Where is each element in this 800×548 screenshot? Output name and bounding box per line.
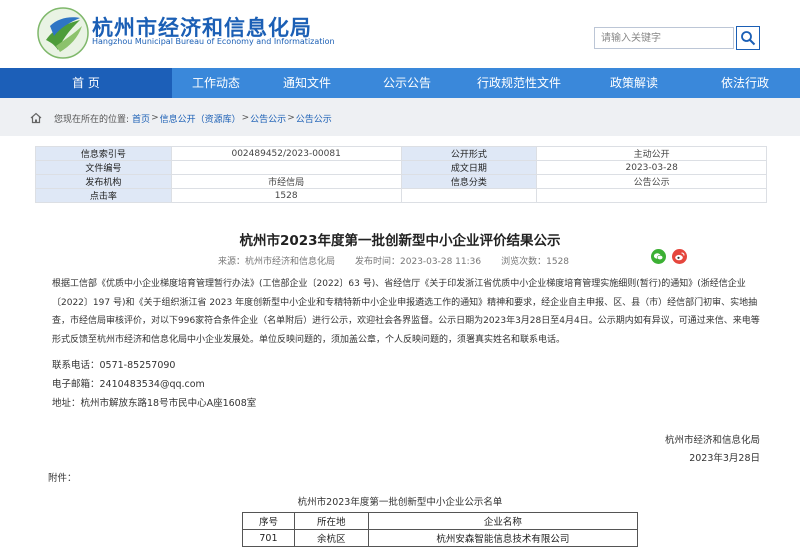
- nav-item-policy-interpretation[interactable]: 政策解读: [578, 68, 690, 98]
- table-row: 701 余杭区 杭州安森智能信息技术有限公司: [242, 529, 639, 547]
- breadcrumb-home[interactable]: 首页: [132, 112, 150, 125]
- nav-item-work-news[interactable]: 工作动态: [172, 68, 260, 98]
- info-value: 公告公示: [536, 174, 767, 189]
- article-source: 来源：杭州市经济和信息化局: [218, 257, 336, 267]
- breadcrumb-separator: >: [287, 113, 295, 123]
- signature-date: 2023年3月28日: [689, 453, 760, 464]
- table-row: 点击率 1528: [35, 188, 767, 203]
- column-header: 企业名称: [367, 512, 639, 530]
- info-value: 主动公开: [536, 146, 767, 161]
- article-body: 根据工信部《优质中小企业梯度培育管理暂行办法》(工信部企业〔2022〕63 号)…: [52, 279, 760, 345]
- info-empty: [400, 188, 538, 203]
- info-label: 点击率: [35, 188, 172, 203]
- info-value: 2023-03-28: [536, 160, 767, 175]
- company-list-title: 杭州市2023年度第一批创新型中小企业公示名单: [297, 497, 503, 508]
- home-icon: [30, 112, 42, 124]
- wechat-share-icon[interactable]: [651, 249, 666, 264]
- info-label: 文件编号: [35, 160, 172, 175]
- info-value: 002489452/2023-00081: [170, 146, 402, 161]
- info-label: 公开形式: [400, 146, 538, 161]
- info-value: 市经信局: [170, 174, 402, 189]
- attachment-label: 附件：: [48, 473, 77, 484]
- info-label: 成文日期: [400, 160, 538, 175]
- breadcrumb-prefix: 您现在所在的位置:: [54, 114, 130, 125]
- info-label: 发布机构: [35, 174, 172, 189]
- row-location: 余杭区: [293, 529, 369, 547]
- article-meta: 来源：杭州市经济和信息化局 发布时间：2023-03-28 11:36 浏览次数…: [218, 254, 572, 267]
- search-input[interactable]: [594, 27, 734, 49]
- breadcrumb: 您现在所在的位置: 首页 > 信息公开（资源库） > 公告公示 > 公告公示: [30, 110, 332, 126]
- bureau-logo-icon[interactable]: [36, 6, 90, 60]
- contact-phone: 联系电话：0571-85257090: [52, 360, 176, 371]
- nav-item-announcements[interactable]: 公示公告: [354, 68, 460, 98]
- weibo-share-icon[interactable]: [672, 249, 687, 264]
- breadcrumb-separator: >: [151, 113, 159, 123]
- column-header: 序号: [242, 512, 295, 530]
- article-views: 浏览次数：1528: [501, 257, 570, 267]
- column-header: 所在地: [293, 512, 369, 530]
- info-value: 1528: [170, 188, 402, 203]
- info-empty: [536, 188, 767, 203]
- info-value: [170, 160, 402, 175]
- nav-item-regulations[interactable]: 行政规范性文件: [460, 68, 578, 98]
- main-nav: 首 页 工作动态 通知文件 公示公告 行政规范性文件 政策解读 依法行政: [0, 68, 800, 98]
- contact-email: 电子邮箱：2410483534@qq.com: [52, 379, 205, 390]
- search-button[interactable]: [736, 26, 760, 50]
- nav-item-law-administration[interactable]: 依法行政: [690, 68, 800, 98]
- breadcrumb-separator: >: [241, 113, 250, 123]
- table-row: 发布机构 市经信局 信息分类 公告公示: [35, 174, 767, 189]
- breadcrumb-announcements[interactable]: 公告公示: [296, 112, 332, 125]
- breadcrumb-announcements-parent[interactable]: 公告公示: [250, 112, 286, 125]
- article-publish-time: 发布时间：2023-03-28 11:36: [355, 257, 482, 267]
- nav-item-home[interactable]: 首 页: [0, 68, 172, 98]
- document-info-table: 信息索引号 002489452/2023-00081 公开形式 主动公开 文件编…: [35, 146, 767, 203]
- site-subtitle: Hangzhou Municipal Bureau of Economy and…: [92, 37, 335, 46]
- row-number: 701: [242, 529, 295, 547]
- breadcrumb-info-public[interactable]: 信息公开（资源库）: [160, 112, 241, 125]
- search-icon: [741, 31, 756, 46]
- signature-org: 杭州市经济和信息化局: [664, 435, 760, 446]
- nav-item-notices[interactable]: 通知文件: [260, 68, 354, 98]
- contact-address: 地址：杭州市解放东路18号市民中心A座1608室: [52, 398, 257, 409]
- table-row: 信息索引号 002489452/2023-00081 公开形式 主动公开: [35, 146, 767, 161]
- article-title: 杭州市2023年度第一批创新型中小企业评价结果公示: [239, 233, 561, 249]
- table-header-row: 序号 所在地 企业名称: [242, 512, 639, 530]
- wechat-icon: [653, 253, 664, 261]
- table-row: 文件编号 成文日期 2023-03-28: [35, 160, 767, 175]
- info-label: 信息索引号: [35, 146, 172, 161]
- site-header: 杭州市经济和信息化局 Hangzhou Municipal Bureau of …: [0, 0, 800, 68]
- weibo-icon: [675, 252, 685, 261]
- row-company-name: 杭州安森智能信息技术有限公司: [367, 529, 639, 547]
- company-list-table: 序号 所在地 企业名称 701 余杭区 杭州安森智能信息技术有限公司: [242, 512, 639, 547]
- info-label: 信息分类: [400, 174, 538, 189]
